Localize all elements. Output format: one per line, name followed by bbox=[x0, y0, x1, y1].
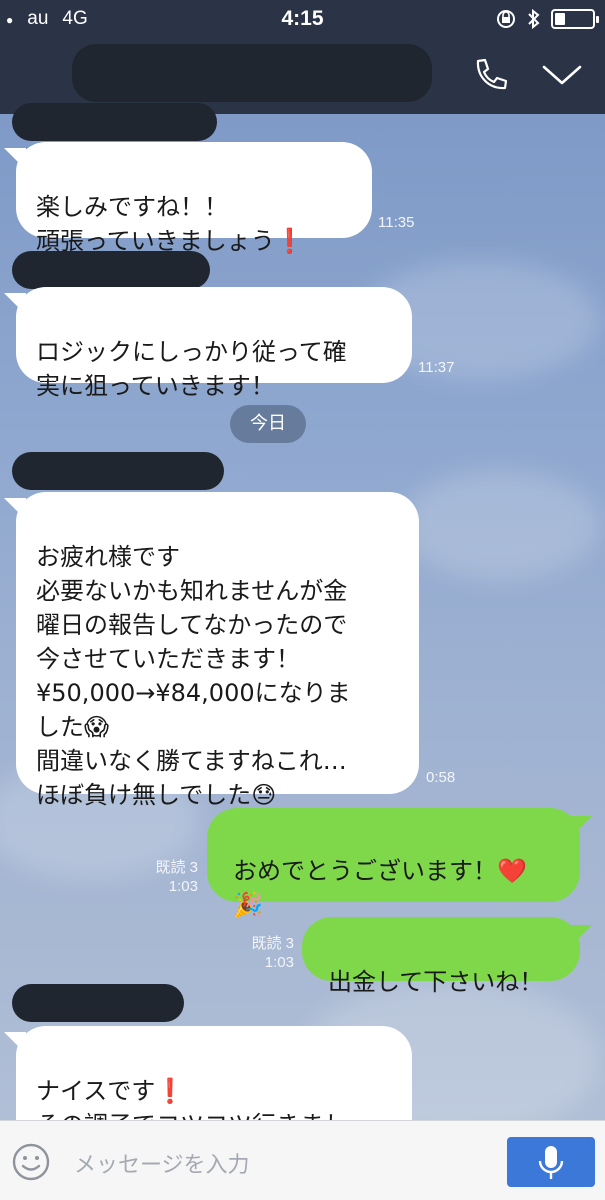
message-time: 1:03 bbox=[264, 954, 294, 971]
sender-name-redacted bbox=[12, 452, 224, 490]
message-bubble-outgoing[interactable]: 出金して下さいね！ bbox=[302, 917, 580, 996]
chat-title-redacted bbox=[72, 44, 432, 102]
message-input[interactable]: メッセージを入力 bbox=[74, 1147, 250, 1179]
menu-toggle-button[interactable] bbox=[538, 52, 586, 98]
message-bubble-incoming[interactable]: 楽しみですね！！ 頑張っていきましょう❗ bbox=[16, 142, 372, 255]
message-bubble-incoming[interactable]: ロジックにしっかり従って確 実に狙っていきます！ bbox=[16, 287, 412, 400]
message-bubble-incoming[interactable]: お疲れ様です 必要ないかも知れませんが金 曜日の報告してなかったので 今させてい… bbox=[16, 492, 419, 809]
message-meta: 既読 3 1:03 bbox=[216, 934, 294, 972]
rotation-lock-icon bbox=[497, 10, 515, 28]
voice-button[interactable] bbox=[507, 1137, 595, 1187]
message-time: 11:37 bbox=[418, 359, 455, 376]
status-bar: ● au 4G 4:15 bbox=[0, 0, 605, 38]
read-receipt: 既読 3 bbox=[155, 859, 198, 876]
message-meta: 既読 3 1:03 bbox=[120, 858, 198, 896]
bluetooth-icon bbox=[528, 8, 540, 30]
status-right bbox=[495, 8, 599, 30]
message-text: おめでとうございます！❤️ 🎉 bbox=[233, 857, 527, 919]
date-divider: 今日 bbox=[230, 405, 306, 443]
sender-name-redacted bbox=[12, 251, 210, 289]
message-text: お疲れ様です 必要ないかも知れませんが金 曜日の報告してなかったので 今させてい… bbox=[36, 543, 351, 809]
sender-name-redacted bbox=[12, 984, 184, 1022]
message-time: 0:58 bbox=[426, 769, 456, 786]
message-time: 1:03 bbox=[168, 878, 198, 895]
message-bubble-outgoing[interactable]: おめでとうございます！❤️ 🎉 bbox=[207, 808, 580, 919]
message-text: 出金して下さいね！ bbox=[328, 968, 544, 996]
chat-screen: ● au 4G 4:15 楽しみですね！！ 頑張っていきましょう❗ 11:35 … bbox=[0, 0, 605, 1200]
phone-icon bbox=[476, 58, 508, 90]
smiley-icon bbox=[12, 1143, 50, 1181]
battery-level bbox=[555, 13, 565, 25]
message-text: ロジックにしっかり従って確 実に狙っていきます！ bbox=[36, 338, 347, 400]
message-time: 11:35 bbox=[378, 214, 415, 231]
read-receipt: 既読 3 bbox=[251, 935, 294, 952]
microphone-icon bbox=[538, 1146, 564, 1179]
background-cloud bbox=[400, 470, 600, 580]
sender-name-redacted bbox=[12, 103, 217, 141]
message-input-bar: メッセージを入力 bbox=[0, 1120, 605, 1200]
call-button[interactable] bbox=[466, 52, 512, 98]
chevron-down-icon bbox=[542, 65, 582, 85]
message-text: 楽しみですね！！ 頑張っていきましょう❗ bbox=[36, 193, 305, 255]
sticker-button[interactable] bbox=[10, 1141, 52, 1183]
battery-icon bbox=[551, 9, 599, 29]
